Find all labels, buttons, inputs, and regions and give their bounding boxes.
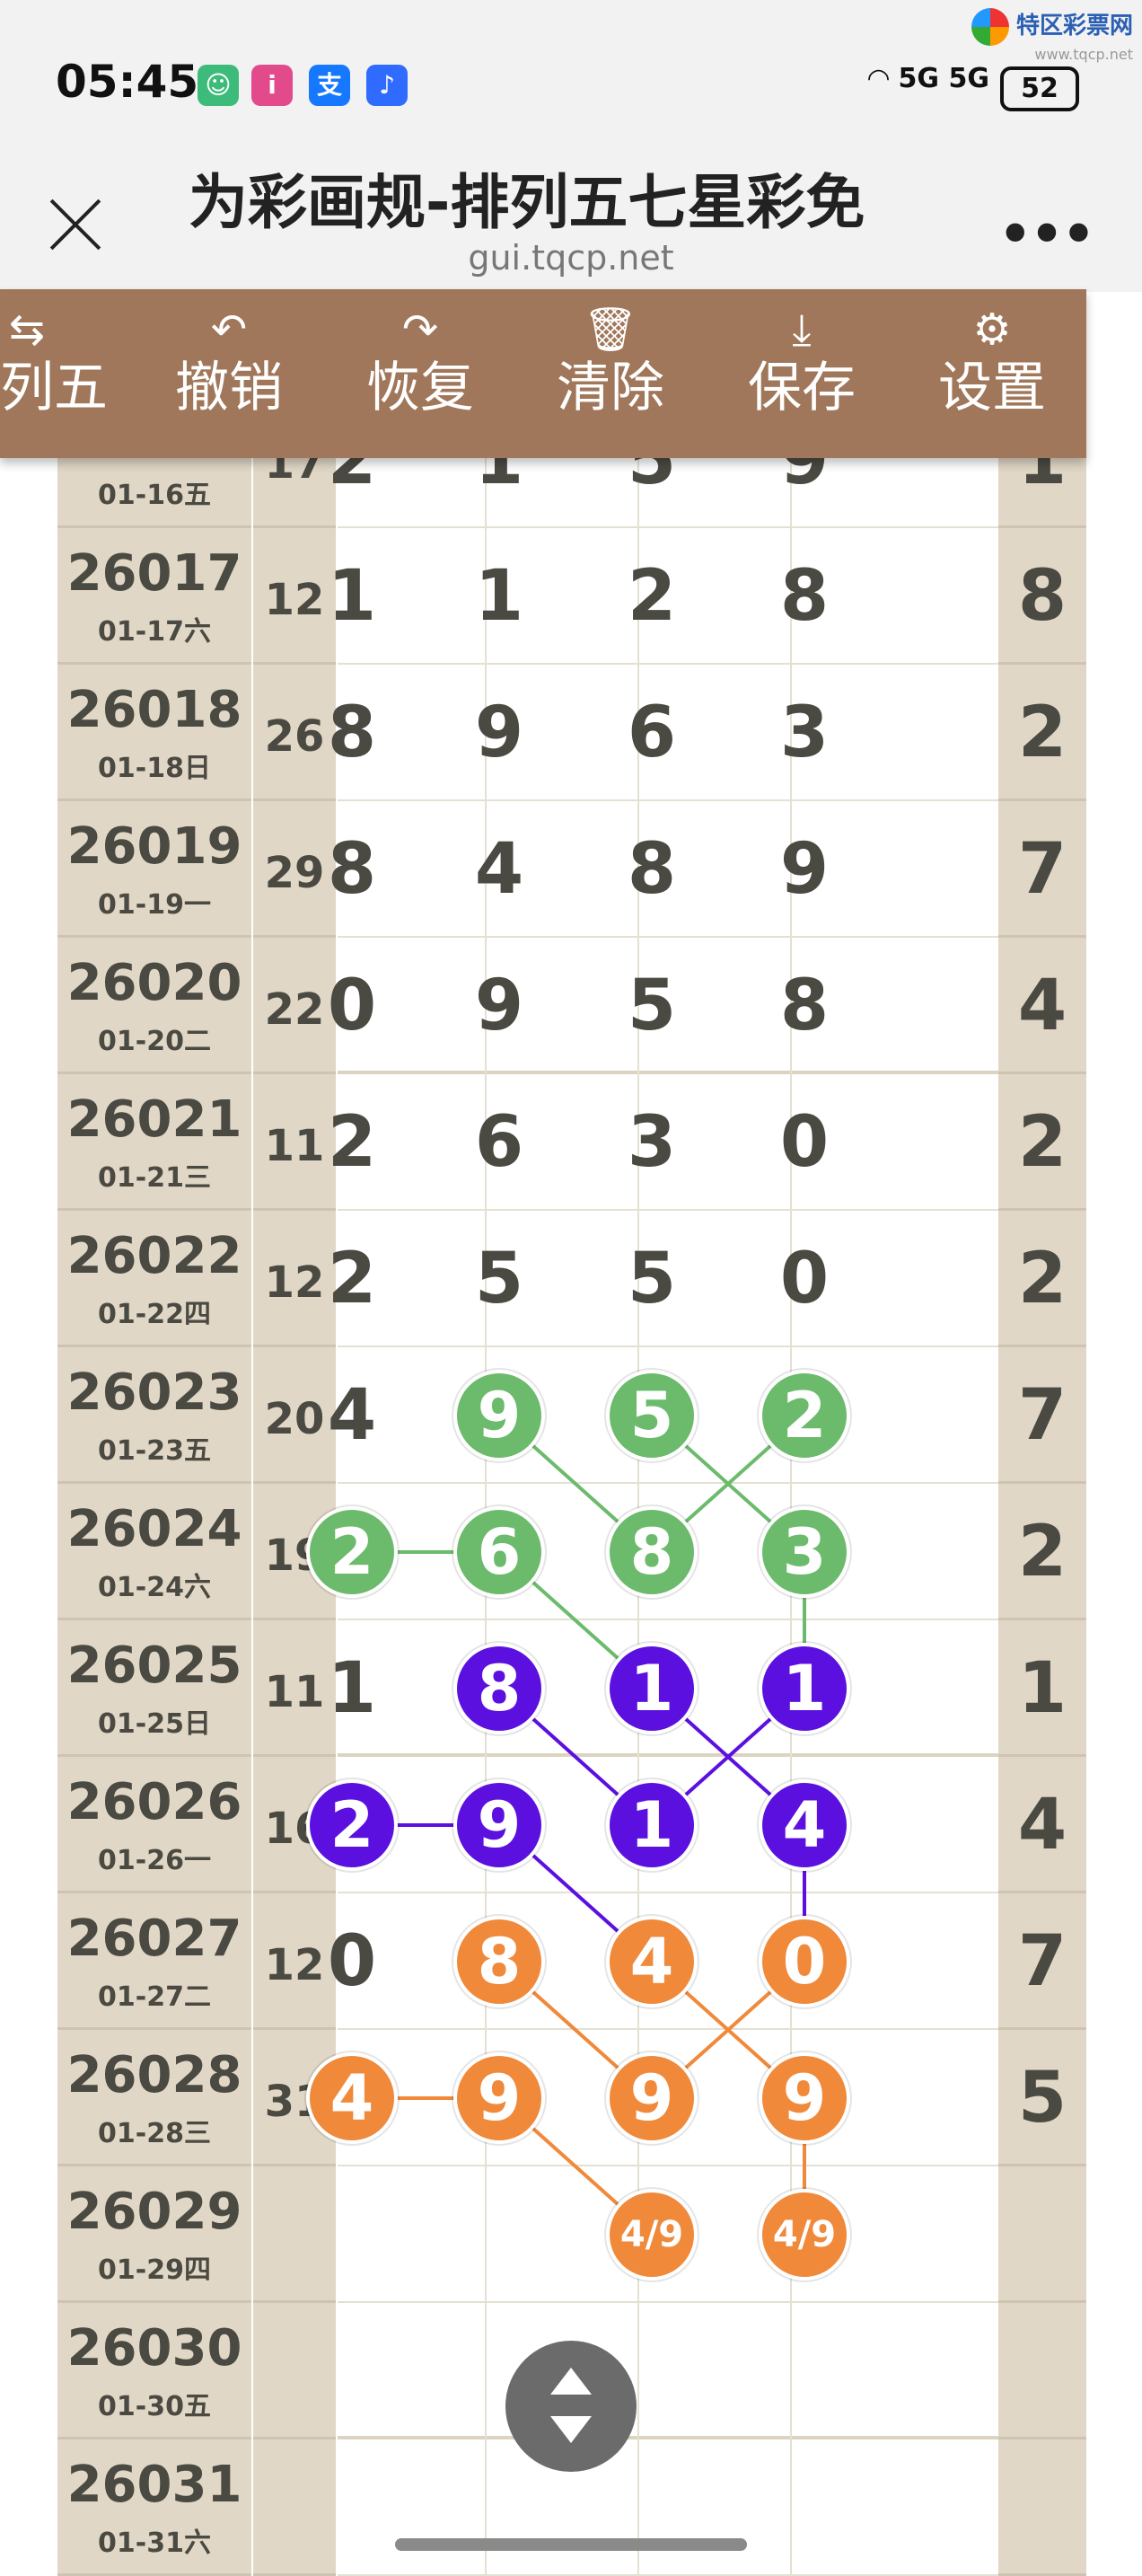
highlighted-number-ball[interactable]: 8 [606,1506,698,1598]
toolbar: ⇆ 排列五 ↶ 撤销 ↷ 恢复 🗑 清除 ⤓ 保存 ⚙ 设置 [0,289,1086,458]
toolbar-label: 清除 [557,357,664,419]
toolbar-settings-button[interactable]: ⚙ 设置 [902,289,1082,458]
toolbar-undo-button[interactable]: ↶ 撤销 [139,289,319,458]
highlighted-number-ball[interactable]: 1 [606,1779,698,1871]
highlighted-number-ball[interactable]: 4 [306,2052,398,2144]
redo-icon: ↷ [401,304,439,355]
gear-icon: ⚙ [972,304,1012,355]
switch-icon: ⇆ [8,304,46,355]
highlighted-number-ball[interactable]: 4/9 [759,2189,850,2280]
highlighted-number-ball[interactable]: 4/9 [606,2189,698,2280]
highlighted-number-ball[interactable]: 9 [606,2052,698,2144]
toolbar-label: 恢复 [366,357,474,419]
download-icon: ⤓ [792,304,812,355]
undo-icon: ↶ [210,304,248,355]
highlighted-number-ball[interactable]: 2 [306,1506,398,1598]
highlighted-number-ball[interactable]: 6 [453,1506,545,1598]
highlighted-number-ball[interactable]: 9 [453,2052,545,2144]
highlighted-number-ball[interactable]: 9 [453,1779,545,1871]
highlighted-number-ball[interactable]: 9 [453,1370,545,1461]
toolbar-clear-button[interactable]: 🗑 清除 [521,289,700,458]
highlighted-number-ball[interactable]: 1 [759,1643,850,1734]
toolbar-label: 撤销 [175,357,283,419]
highlighted-number-ball[interactable]: 3 [759,1506,850,1598]
highlighted-number-ball[interactable]: 2 [759,1370,850,1461]
highlighted-number-ball[interactable]: 1 [606,1643,698,1734]
highlighted-number-ball[interactable]: 5 [606,1370,698,1461]
trash-icon: 🗑 [583,304,638,355]
highlighted-number-ball[interactable]: 8 [453,1916,545,2007]
scroll-toggle-button[interactable] [505,2341,637,2472]
toolbar-save-button[interactable]: ⤓ 保存 [712,289,892,458]
toolbar-label: 设置 [938,357,1046,419]
highlighted-number-ball[interactable]: 0 [759,1916,850,2007]
highlighted-number-ball[interactable]: 4 [606,1916,698,2007]
highlighted-number-ball[interactable]: 9 [759,2052,850,2144]
toolbar-label: 排列五 [0,357,108,419]
home-indicator[interactable] [395,2538,747,2551]
toolbar-switch-game-button[interactable]: ⇆ 排列五 [0,289,117,458]
toolbar-label: 保存 [748,357,856,419]
highlighted-number-ball[interactable]: 4 [759,1779,850,1871]
highlighted-number-ball[interactable]: 2 [306,1779,398,1871]
toolbar-redo-button[interactable]: ↷ 恢复 [330,289,510,458]
highlighted-number-ball[interactable]: 8 [453,1643,545,1734]
